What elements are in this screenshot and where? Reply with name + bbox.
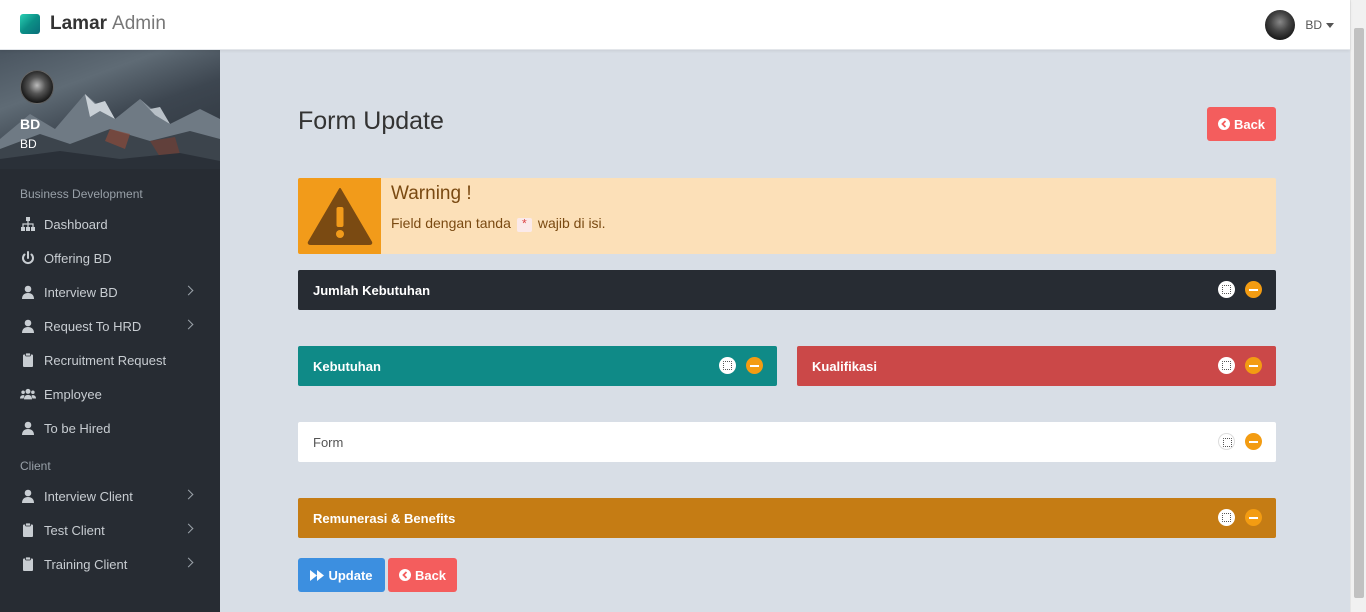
arrow-circle-left-icon — [398, 569, 411, 581]
sidebar-item-label: Offering BD — [44, 250, 112, 266]
sidebar-item-offering-bd[interactable]: Offering BD — [0, 241, 220, 275]
expand-icon[interactable] — [1218, 281, 1235, 298]
panel-title: Remunerasi & Benefits — [313, 510, 456, 526]
panel-tools — [1218, 281, 1262, 298]
user-icon — [22, 319, 34, 333]
sidebar-item-interview-client[interactable]: Interview Client — [0, 479, 220, 513]
alert-text-before: Field dengan tanda — [391, 215, 511, 231]
panel-title: Form — [313, 434, 344, 450]
chevron-right-icon — [183, 319, 194, 330]
sidebar-item-label: Test Client — [44, 522, 105, 538]
sidebar-item-label: Employee — [44, 386, 102, 402]
profile-avatar[interactable] — [20, 70, 54, 104]
sidebar-item-label: Interview Client — [44, 488, 133, 504]
panel-tools — [1218, 357, 1262, 374]
panel-form: Form — [298, 422, 1276, 462]
brand-name: Lamar — [50, 13, 108, 34]
panel-title: Jumlah Kebutuhan — [313, 282, 431, 298]
chevron-right-icon — [183, 285, 194, 296]
panel-tools — [719, 357, 763, 374]
required-mark: * — [516, 218, 532, 232]
expand-icon[interactable] — [719, 357, 736, 374]
sidebar-item-recruitment-request[interactable]: Recruitment Request — [0, 343, 220, 377]
clipboard-icon — [23, 522, 33, 537]
sidebar-item-interview-bd[interactable]: Interview BD — [0, 275, 220, 309]
sidebar-item-to-be-hired[interactable]: To be Hired — [0, 411, 220, 445]
panel-kualifikasi: Kualifikasi — [797, 346, 1276, 386]
sidebar-item-training-client[interactable]: Training Client — [0, 547, 220, 581]
collapse-icon[interactable] — [1245, 281, 1262, 298]
expand-icon[interactable] — [1218, 509, 1235, 526]
sitemap-icon — [21, 217, 35, 231]
panel-title: Kualifikasi — [812, 358, 878, 374]
clipboard-icon — [23, 352, 33, 367]
user-icon — [22, 285, 34, 299]
clipboard-icon — [23, 556, 33, 571]
nav-section-business: Business Development — [20, 187, 143, 201]
avatar — [1265, 10, 1296, 40]
sidebar-item-label: Training Client — [44, 556, 128, 572]
panel-remunerasi-benefits: Remunerasi & Benefits — [298, 498, 1276, 538]
back-button-bottom[interactable]: Back — [388, 558, 457, 592]
sidebar-item-label: Recruitment Request — [44, 352, 167, 368]
brand-suffix: Admin — [112, 13, 166, 34]
user-icon — [22, 421, 34, 435]
chevron-right-icon — [183, 557, 194, 568]
back-button-label: Back — [1233, 116, 1266, 132]
sidebar-profile: BD BD — [0, 50, 220, 169]
panel-tools — [1218, 509, 1262, 526]
user-icon — [22, 489, 34, 503]
chevron-right-icon — [183, 489, 194, 500]
alert-message: Field dengan tanda * wajib di isi. — [391, 215, 606, 232]
brand-logo-icon — [20, 14, 40, 34]
collapse-icon[interactable] — [1245, 433, 1262, 450]
alert-icon-box — [298, 178, 381, 254]
sidebar-item-label: To be Hired — [44, 420, 111, 436]
collapse-icon[interactable] — [1245, 357, 1262, 374]
sidebar-item-employee[interactable]: Employee — [0, 377, 220, 411]
sidebar-item-label: Dashboard — [44, 216, 108, 232]
expand-icon[interactable] — [1218, 357, 1235, 374]
collapse-icon[interactable] — [1245, 509, 1262, 526]
panel-jumlah-kebutuhan: Jumlah Kebutuhan — [298, 270, 1276, 310]
page-title: Form Update — [298, 107, 444, 135]
profile-name: BD — [20, 116, 41, 132]
user-menu-toggle[interactable]: BD — [1265, 10, 1334, 40]
collapse-icon[interactable] — [746, 357, 763, 374]
chevron-right-icon — [183, 523, 194, 534]
update-button-label: Update — [328, 567, 373, 583]
warning-alert: Warning ! Field dengan tanda * wajib di … — [298, 178, 1276, 254]
warning-icon — [307, 188, 372, 245]
profile-role: BD — [20, 137, 37, 151]
sidebar: BD BD Business Development Dashboard Off… — [0, 50, 220, 612]
back-button[interactable]: Back — [1207, 107, 1276, 141]
panel-tools — [1218, 433, 1262, 450]
update-button[interactable]: Update — [298, 558, 385, 592]
top-navbar: Lamar Admin BD — [0, 0, 1350, 50]
back-button-label: Back — [414, 567, 447, 583]
fast-forward-icon — [310, 569, 325, 581]
panel-title: Kebutuhan — [313, 358, 381, 374]
power-icon — [22, 251, 34, 264]
expand-icon[interactable] — [1218, 433, 1235, 450]
brand[interactable]: Lamar Admin — [20, 13, 166, 35]
alert-title: Warning ! — [391, 183, 472, 204]
alert-text-after: wajib di isi. — [537, 215, 606, 231]
sidebar-item-label: Interview BD — [44, 284, 118, 300]
arrow-circle-left-icon — [1217, 118, 1230, 130]
page-scrollbar[interactable] — [1350, 0, 1366, 612]
sidebar-item-test-client[interactable]: Test Client — [0, 513, 220, 547]
sidebar-item-label: Request To HRD — [44, 318, 142, 334]
scrollbar-thumb[interactable] — [1354, 28, 1364, 598]
caret-down-icon — [1326, 22, 1334, 28]
nav-section-client: Client — [20, 459, 51, 473]
panel-kebutuhan: Kebutuhan — [298, 346, 777, 386]
sidebar-item-dashboard[interactable]: Dashboard — [0, 207, 220, 241]
users-icon — [20, 388, 36, 400]
user-initials: BD — [1305, 18, 1322, 32]
sidebar-item-request-to-hrd[interactable]: Request To HRD — [0, 309, 220, 343]
